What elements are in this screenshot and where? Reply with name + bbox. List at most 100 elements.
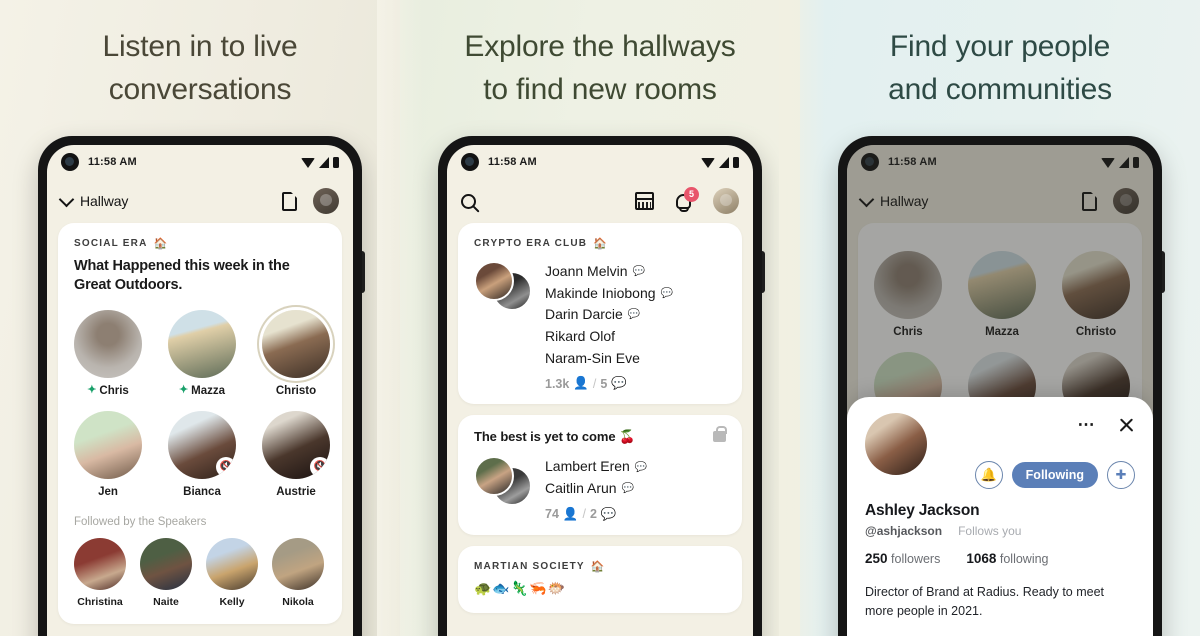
followers-stat[interactable]: 250 followers: [865, 551, 940, 566]
speech-bubble-icon: 💬: [632, 266, 645, 278]
phone-3-screen: 11:58 AM Hallway Chris Mazza Christo ⋯ 🔔…: [847, 145, 1153, 636]
profile-avatar[interactable]: [1113, 188, 1139, 214]
hallway-dropdown-button[interactable]: Hallway: [58, 191, 128, 209]
member-name: Lambert Eren: [545, 458, 630, 475]
follower-item[interactable]: Kelly: [206, 537, 258, 608]
profile-bio: Director of Brand at Radius. Ready to me…: [865, 585, 1105, 618]
speaker-name: Austrie: [276, 485, 316, 498]
calendar-icon[interactable]: [635, 192, 654, 210]
follower-name: Nikola: [282, 595, 314, 608]
follower-item[interactable]: Naite: [140, 537, 192, 608]
speech-bubble-icon: 💬: [660, 287, 673, 299]
close-icon[interactable]: [1118, 417, 1135, 434]
speaker-photo: [168, 309, 236, 378]
hallway-dropdown-button[interactable]: Hallway: [858, 191, 929, 209]
room-title: What Happened this week in the Great Out…: [74, 258, 290, 294]
speaker-name: Christo: [275, 384, 317, 397]
follower-item[interactable]: Christina: [74, 537, 126, 608]
speaker-item[interactable]: Christo: [262, 309, 330, 397]
notify-bell-icon[interactable]: 🔔: [974, 461, 1003, 489]
more-options-icon[interactable]: ⋯: [1078, 416, 1097, 433]
speaker-name: Bianca: [183, 485, 221, 498]
app-bar-2: 5: [447, 179, 753, 223]
phone-mockup-3: 11:58 AM Hallway Chris Mazza Christo ⋯ 🔔…: [838, 136, 1165, 636]
profile-counts: 250 followers 1068 following: [865, 551, 1135, 566]
speech-bubble-icon: 💬: [634, 461, 648, 473]
speaker-photo: [74, 410, 142, 479]
card-club-label: SOCIAL ERA 🏠: [74, 237, 326, 250]
cellular-icon: [319, 156, 329, 168]
speaker-item[interactable]: Chris: [874, 251, 942, 338]
profile-avatar[interactable]: [713, 188, 739, 214]
stats-separator: /: [582, 507, 586, 522]
add-sparkle-icon[interactable]: ✚: [1107, 461, 1135, 489]
speaker-photo: [968, 251, 1036, 319]
follower-photo: [272, 537, 324, 590]
house-icon: 🏠: [593, 238, 609, 250]
speaker-item[interactable]: Mazza: [968, 251, 1036, 338]
listener-count: 1.3k: [545, 376, 570, 391]
following-stat[interactable]: 1068 following: [966, 551, 1048, 566]
muted-mic-icon: 🔇: [216, 456, 236, 477]
follows-you-badge: Follows you: [958, 524, 1022, 538]
speaker-name: Jen: [98, 485, 118, 498]
status-bar-1: 11:58 AM: [47, 145, 353, 179]
cellular-icon: [1119, 156, 1129, 168]
room-emoji-avatars: 🐢🐟🦎🦐🐡: [474, 579, 567, 596]
speaker-count: 2: [589, 507, 597, 522]
listener-count: 74: [545, 507, 559, 522]
speaker-item[interactable]: Christo: [1062, 251, 1130, 338]
following-count: 1068: [966, 551, 997, 566]
search-icon[interactable]: [461, 193, 476, 209]
room-card-best-is-yet-to-come[interactable]: The best is yet to come 🍒 Lambert Eren 💬…: [458, 415, 742, 535]
stats-separator: /: [592, 376, 597, 391]
speaker-photo: [74, 309, 142, 378]
room-member-list: Joann Melvin 💬 Makinde Iniobong 💬 Darin …: [545, 261, 726, 391]
speaker-row-1: ✦ Chris ✦ Mazza Christo: [74, 309, 330, 397]
speaker-name: Chris: [893, 326, 923, 338]
status-icons: [1101, 156, 1139, 168]
room-card-social-era[interactable]: SOCIAL ERA 🏠 What Happened this week in …: [58, 223, 342, 624]
follower-name: Naite: [153, 595, 179, 608]
room-card-martian-society[interactable]: MARTIAN SOCIETY 🏠 🐢🐟🦎🦐🐡: [458, 545, 742, 613]
cellular-icon: [719, 156, 729, 168]
speaker-item[interactable]: ✦ Mazza: [168, 309, 236, 397]
followers-label: followers: [891, 552, 941, 566]
avatar[interactable]: [865, 413, 927, 475]
document-icon[interactable]: [1082, 191, 1097, 211]
profile-avatar[interactable]: [313, 188, 339, 214]
panel-2-headline: Explore the hallways to find new rooms: [464, 30, 736, 106]
speaker-name: Chris: [99, 384, 129, 397]
room-stats: 74 👤 / 2 💬: [545, 507, 726, 522]
hallway-label: Hallway: [880, 193, 929, 209]
room-member: Caitlin Arun 💬: [545, 478, 726, 500]
follower-photo: [74, 537, 126, 590]
room-member: Rikard Olof: [545, 326, 726, 348]
follower-item[interactable]: Nikola: [272, 537, 324, 608]
club-name: CRYPTO ERA CLUB: [474, 238, 588, 249]
notifications-button[interactable]: 5: [676, 186, 699, 209]
member-name: Naram-Sin Eve: [545, 349, 640, 366]
speaking-badge-icon: ✦: [87, 384, 97, 397]
house-icon: 🏠: [590, 560, 606, 573]
speaker-item[interactable]: Jen: [74, 410, 142, 498]
speaker-item[interactable]: 🔇 Austrie: [262, 410, 330, 498]
phone-2-screen: 11:58 AM 5 CRYPTO ERA CLUB 🏠 Joann Melvi…: [447, 145, 753, 636]
room-avatars: [474, 261, 532, 313]
document-icon[interactable]: [282, 191, 297, 211]
card-club-label: MARTIAN SOCIETY 🏠: [474, 560, 726, 573]
speaker-photo: [262, 309, 330, 378]
panel-listen-live: Listen in to live conversations 11:58 AM: [0, 0, 400, 636]
phone-mockup-1: 11:58 AM Hallway SOCIAL ERA 🏠 What Happe…: [38, 136, 365, 636]
app-bar-actions-2: 5: [635, 186, 739, 214]
front-camera-icon: [861, 153, 879, 171]
speaker-item[interactable]: 🔇 Bianca: [168, 410, 236, 498]
room-card-crypto-era-club[interactable]: CRYPTO ERA CLUB 🏠 Joann Melvin 💬 Makinde…: [458, 223, 742, 405]
speech-bubble-icon: 💬: [627, 309, 641, 321]
profile-bottom-sheet: ⋯ 🔔 Following ✚ Ashley Jackson @ashjacks…: [847, 397, 1153, 636]
following-button[interactable]: Following: [1011, 462, 1098, 488]
speaker-name-row: Mazza: [968, 326, 1036, 338]
speaker-item[interactable]: ✦ Chris: [74, 309, 142, 397]
status-clock: 11:58 AM: [888, 156, 937, 168]
notification-badge: 5: [684, 186, 699, 202]
